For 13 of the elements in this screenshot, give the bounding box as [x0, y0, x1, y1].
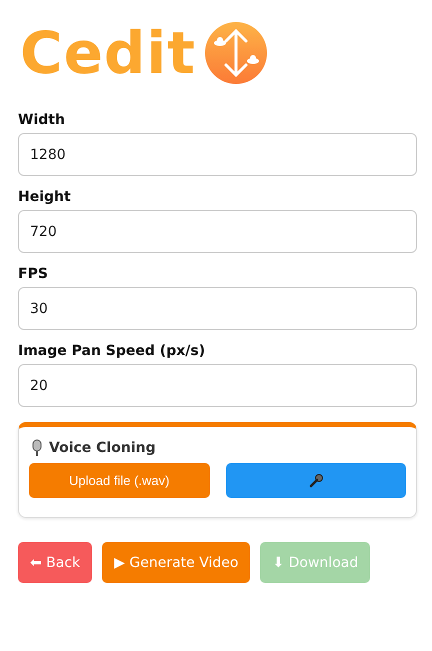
panel-title: Voice Cloning	[49, 440, 156, 456]
field-label: FPS	[18, 266, 49, 282]
input-field[interactable]: 20	[18, 364, 417, 407]
microphone-icon	[308, 472, 324, 488]
input-field[interactable]: 720	[18, 210, 417, 253]
field-label: Width	[18, 112, 66, 128]
logo-icon	[204, 21, 268, 85]
logo-text: Cedit	[20, 24, 196, 82]
record-button[interactable]	[226, 463, 406, 498]
input-field[interactable]: 1280	[18, 133, 417, 176]
input-field[interactable]: 30	[18, 287, 417, 330]
field-label: Height	[18, 189, 72, 205]
field-label: Image Pan Speed (px/s)	[18, 343, 206, 359]
